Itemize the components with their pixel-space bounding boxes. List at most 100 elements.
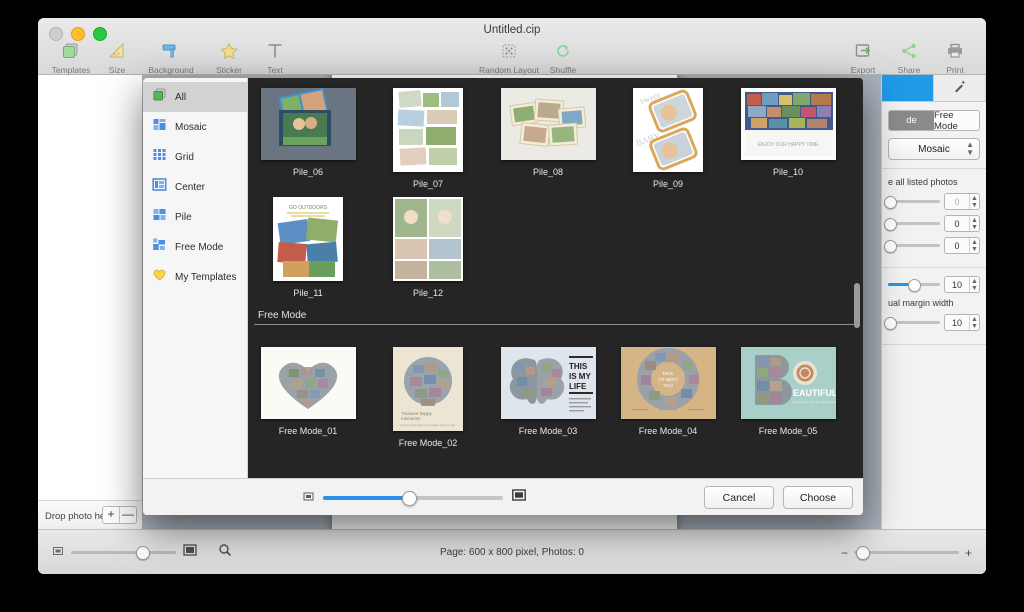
template-cell[interactable]: Free Mode_01 <box>248 347 368 448</box>
margin-slider[interactable] <box>888 279 940 292</box>
screen: Untitled.cip Templates Size Background S… <box>0 0 1024 612</box>
segment-free-mode[interactable]: Free Mode <box>934 111 979 130</box>
random-layout-button[interactable]: Random Layout <box>478 40 540 75</box>
random-layout-icon <box>499 40 519 62</box>
row1-stepper-arrows[interactable]: ▲ ▼ <box>969 194 979 209</box>
add-photo-button[interactable]: + <box>103 507 119 523</box>
row3-stepper[interactable]: 0 ▲ ▼ <box>944 237 980 254</box>
mode-segmented-control[interactable]: de Free Mode <box>888 110 980 131</box>
mosaic-icon <box>152 117 167 137</box>
template-gallery[interactable]: Pile_06 Pile_07 Pile_08 sweet BABY Pile_… <box>248 78 863 478</box>
background-button[interactable]: Background <box>140 40 202 75</box>
template-cell[interactable]: Treasure happy memories Every photo here… <box>368 347 488 448</box>
sidebar-item-grid[interactable]: Grid <box>143 142 247 172</box>
size-icon <box>107 40 127 62</box>
row1-stepper[interactable]: 0 ▲ ▼ <box>944 193 980 210</box>
template-thumbnail[interactable] <box>393 88 463 172</box>
template-thumbnail[interactable] <box>260 88 356 160</box>
export-button[interactable]: Export <box>840 40 886 75</box>
row3-slider[interactable] <box>884 240 940 253</box>
shuffle-label: Shuffle <box>549 65 577 75</box>
remove-photo-button[interactable]: — <box>119 507 136 523</box>
thumbnail-size-slider[interactable] <box>323 490 503 506</box>
template-name: Free Mode_03 <box>518 426 578 436</box>
tab-effects[interactable] <box>934 75 986 101</box>
template-thumbnail[interactable]: sweet BABY <box>633 88 703 172</box>
share-icon <box>899 40 919 62</box>
template-thumbnail[interactable]: THIS IS MY LIFE <box>500 347 596 419</box>
template-thumbnail[interactable]: EAUTIFUL Design your own life, design yo… <box>740 347 836 419</box>
template-thumbnail[interactable] <box>393 197 463 281</box>
share-button[interactable]: Share <box>886 40 932 75</box>
choose-button[interactable]: Choose <box>783 486 853 509</box>
sidebar-item-all[interactable]: All <box>143 82 247 112</box>
margin-width-stepper[interactable]: 10 ▲ ▼ <box>944 314 980 331</box>
margin-stepper-arrows[interactable]: ▲ ▼ <box>969 277 979 292</box>
template-cell[interactable]: GO OUTDOORS Pile_11 <box>248 197 368 298</box>
template-cell[interactable]: Pile_12 <box>368 197 488 298</box>
margin-stepper[interactable]: 10 ▲ ▼ <box>944 276 980 293</box>
sidebar-item-pile[interactable]: Pile <box>143 202 247 232</box>
segment-template-mode[interactable]: de <box>889 111 934 130</box>
canvas-zoom-slider[interactable] <box>853 546 959 560</box>
template-cell[interactable]: Pile_07 <box>368 88 488 189</box>
pile-row-2: GO OUTDOORS Pile_11 Pile_12 <box>248 189 863 298</box>
template-thumbnail[interactable]: NICE TO MEET YOU <box>620 347 716 419</box>
gallery-scrollbar[interactable] <box>854 283 860 328</box>
row2-slider[interactable] <box>884 218 940 231</box>
template-cell[interactable]: EAUTIFUL Design your own life, design yo… <box>728 347 848 448</box>
templates-button[interactable]: Templates <box>48 40 94 75</box>
template-cell[interactable]: ENJOY OUR HAPPY TIME Pile_10 <box>728 88 848 189</box>
template-thumbnail[interactable] <box>500 88 596 160</box>
inspector-row-1: 0 ▲ ▼ <box>884 193 980 210</box>
pile-row-1: Pile_06 Pile_07 Pile_08 sweet BABY Pile_… <box>248 78 863 189</box>
text-button[interactable]: Text <box>252 40 298 75</box>
sidebar-item-center[interactable]: Center <box>143 172 247 202</box>
sidebar-item-all-label: All <box>175 91 187 103</box>
large-thumbnail-icon <box>512 488 526 507</box>
free-mode-row: Free Mode_01 Treasure happy memories Eve… <box>248 325 863 448</box>
tab-layout[interactable] <box>882 75 934 101</box>
photo-tray[interactable] <box>38 75 143 500</box>
sheet-footer: Cancel Choose <box>143 478 863 515</box>
cancel-button[interactable]: Cancel <box>704 486 774 509</box>
row2-stepper-arrows[interactable]: ▲ ▼ <box>969 216 979 231</box>
sidebar-item-my-templates[interactable]: My Templates <box>143 262 247 292</box>
template-cell[interactable]: Pile_08 <box>488 88 608 189</box>
sidebar-item-free-mode[interactable]: Free Mode <box>143 232 247 262</box>
zoom-in-button[interactable]: + <box>965 547 972 559</box>
sticker-button[interactable]: Sticker <box>206 40 252 75</box>
toolbar-center-group: Random Layout Shuffle <box>478 40 586 75</box>
template-cell[interactable]: NICE TO MEET YOU Free Mode_04 <box>608 347 728 448</box>
sidebar-item-mosaic[interactable]: Mosaic <box>143 112 247 142</box>
template-thumbnail[interactable]: GO OUTDOORS <box>273 197 343 281</box>
zoom-out-button[interactable]: − <box>841 547 848 559</box>
chevron-updown-icon: ▲ ▼ <box>966 140 974 157</box>
app-window: Untitled.cip Templates Size Background S… <box>38 18 986 574</box>
export-label: Export <box>850 65 876 75</box>
row3-stepper-arrows[interactable]: ▲ ▼ <box>969 238 979 253</box>
svg-text:THIS: THIS <box>569 362 588 371</box>
row1-value: 0 <box>954 196 960 207</box>
size-button[interactable]: Size <box>94 40 140 75</box>
template-cell[interactable]: Pile_06 <box>248 88 368 189</box>
row1-slider[interactable] <box>884 196 940 209</box>
shuffle-icon <box>553 40 573 62</box>
row2-stepper[interactable]: 0 ▲ ▼ <box>944 215 980 232</box>
free-mode-icon <box>152 237 167 257</box>
template-chooser-body: All Mosaic Grid Center Pile Free Mode My… <box>143 78 863 478</box>
margin-width-value: 10 <box>951 317 962 328</box>
template-thumbnail[interactable]: Treasure happy memories Every photo here… <box>393 347 463 431</box>
inspector-photos-section: e all listed photos 0 ▲ ▼ 0 ▲ ▼ 0 ▲ ▼ <box>882 169 986 268</box>
template-thumbnail[interactable]: ENJOY OUR HAPPY TIME <box>740 88 836 160</box>
margin-width-arrows[interactable]: ▲ ▼ <box>969 315 979 330</box>
margin-width-slider[interactable] <box>884 317 940 330</box>
print-button[interactable]: Print <box>932 40 978 75</box>
size-label: Size <box>108 65 126 75</box>
magic-wand-icon <box>952 78 968 99</box>
template-cell[interactable]: THIS IS MY LIFE Free Mode_03 <box>488 347 608 448</box>
template-thumbnail[interactable] <box>260 347 356 419</box>
layout-style-popup[interactable]: Mosaic ▲ ▼ <box>888 138 980 160</box>
shuffle-button[interactable]: Shuffle <box>540 40 586 75</box>
template-cell[interactable]: sweet BABY Pile_09 <box>608 88 728 189</box>
